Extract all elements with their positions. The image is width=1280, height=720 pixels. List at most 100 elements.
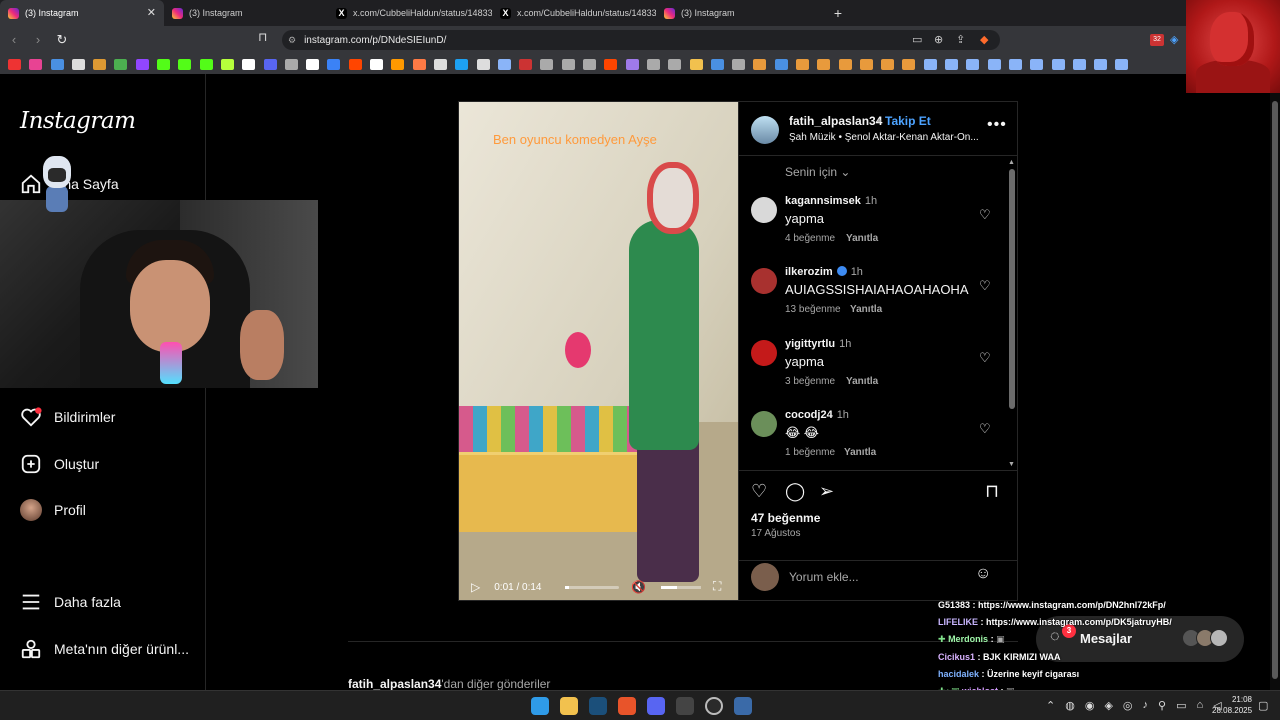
tab-x-2[interactable]: X x.com/CubbeliHaldun/status/148336 (492, 0, 656, 26)
bookmark-favicon-icon[interactable] (945, 58, 959, 70)
back-icon[interactable]: ‹ (4, 30, 24, 50)
tab-instagram-1[interactable]: (3) Instagram ✕ (0, 0, 164, 26)
bookmark-favicon-icon[interactable] (859, 58, 873, 70)
more-options-icon[interactable]: ••• (987, 116, 1007, 134)
commenter-username[interactable]: kagannsimsek (785, 195, 861, 207)
comment-likes[interactable]: 3 beğenme (785, 376, 835, 387)
bookmark-favicon-icon[interactable] (1072, 58, 1086, 70)
sidebar-item-profile[interactable]: Profil (20, 497, 86, 523)
commenter-avatar[interactable] (751, 411, 777, 437)
bookmark-favicon-icon[interactable] (370, 58, 384, 70)
bookmark-favicon-icon[interactable] (1030, 58, 1044, 70)
page-scrollbar-thumb[interactable] (1272, 101, 1278, 679)
scroll-down-icon[interactable]: ▼ (1008, 461, 1015, 468)
bookmark-favicon-icon[interactable] (1094, 58, 1108, 70)
bookmark-favicon-icon[interactable] (1008, 58, 1022, 70)
bookmark-favicon-icon[interactable] (242, 58, 256, 70)
comment-likes[interactable]: 13 beğenme (785, 304, 841, 315)
like-comment-icon[interactable]: ♡ (979, 278, 991, 294)
bookmark-favicon-icon[interactable] (199, 58, 213, 70)
sidebar-item-create[interactable]: Oluştur (20, 451, 99, 477)
sidebar-item-more[interactable]: Daha fazla (20, 589, 121, 615)
address-bar[interactable]: ⚙ instagram.com/p/DNdeSIEIunD/ ▭ ⊕ ⇪ ◆ (282, 30, 1000, 50)
tray-app-icon[interactable]: ◉ (1085, 699, 1095, 712)
zoom-icon[interactable]: ⊕ (934, 33, 943, 46)
bookmark-favicon-icon[interactable] (732, 58, 746, 70)
tray-app-icon[interactable]: ◈ (1104, 699, 1112, 712)
steam-tray-icon[interactable]: ◎ (1123, 699, 1133, 712)
bookmark-favicon-icon[interactable] (476, 58, 490, 70)
bookmark-favicon-icon[interactable] (902, 58, 916, 70)
bookmark-favicon-icon[interactable] (263, 58, 277, 70)
taskbar-clock[interactable]: 21:08 28.08.2025 (1212, 694, 1252, 716)
site-info-icon[interactable]: ⚙ (288, 35, 296, 46)
more-posts-username[interactable]: fatih_alpaslan34 (348, 677, 441, 691)
bookmark-favicon-icon[interactable] (625, 58, 639, 70)
bookmark-favicon-icon[interactable] (774, 58, 788, 70)
network-app-icon[interactable] (734, 697, 752, 715)
bookmark-favicon-icon[interactable] (583, 58, 597, 70)
bookmark-favicon-icon[interactable] (1115, 58, 1129, 70)
tab-instagram-2[interactable]: (3) Instagram (164, 0, 328, 26)
bookmark-favicon-icon[interactable] (838, 58, 852, 70)
author-username[interactable]: fatih_alpaslan34 (789, 114, 882, 128)
bookmark-favicon-icon[interactable] (753, 58, 767, 70)
reply-button[interactable]: Yanıtla (844, 447, 876, 458)
comment-input[interactable] (789, 567, 969, 587)
bookmark-favicon-icon[interactable] (795, 58, 809, 70)
bookmark-favicon-icon[interactable] (284, 58, 298, 70)
bookmark-favicon-icon[interactable] (987, 58, 1001, 70)
bookmark-favicon-icon[interactable] (1051, 58, 1065, 70)
author-avatar[interactable] (751, 116, 779, 144)
commenter-username[interactable]: ilkerozim (785, 266, 833, 278)
cast-icon[interactable]: ▭ (912, 33, 922, 46)
bookmark-favicon-icon[interactable] (966, 58, 980, 70)
tray-app-icon[interactable]: ◍ (1065, 699, 1075, 712)
commenter-avatar[interactable] (751, 197, 777, 223)
bookmark-favicon-icon[interactable] (50, 58, 64, 70)
bookmark-favicon-icon[interactable] (497, 58, 511, 70)
file-explorer-icon[interactable] (560, 697, 578, 715)
bookmark-favicon-icon[interactable] (327, 58, 341, 70)
chevron-up-icon[interactable]: ⌃ (1046, 699, 1055, 712)
emoji-icon[interactable]: ☺ (975, 565, 991, 583)
bookmark-favicon-icon[interactable] (433, 58, 447, 70)
obs-icon[interactable] (705, 697, 723, 715)
bookmark-favicon-icon[interactable] (29, 58, 43, 70)
display-icon[interactable]: ▭ (1176, 699, 1186, 712)
comment-likes[interactable]: 4 beğenme (785, 233, 835, 244)
commenter-username[interactable]: cocodj24 (785, 409, 833, 421)
steam-icon[interactable] (589, 697, 607, 715)
bookmark-favicon-icon[interactable] (220, 58, 234, 70)
scroll-up-icon[interactable]: ▲ (1008, 159, 1015, 166)
like-icon[interactable]: ♡ (751, 481, 767, 502)
bookmark-favicon-icon[interactable] (646, 58, 660, 70)
bookmark-favicon-icon[interactable] (348, 58, 362, 70)
comments-scrollbar[interactable]: ▲ ▼ (1008, 159, 1016, 471)
like-comment-icon[interactable]: ♡ (979, 350, 991, 366)
share-icon[interactable]: ➢ (819, 481, 834, 502)
like-count[interactable]: 47 beğenme (751, 511, 820, 525)
close-tab-icon[interactable]: ✕ (147, 6, 156, 19)
bookmark-favicon-icon[interactable] (817, 58, 831, 70)
bookmark-favicon-icon[interactable] (561, 58, 575, 70)
tab-instagram-3[interactable]: (3) Instagram (656, 0, 820, 26)
forward-icon[interactable]: › (28, 30, 48, 50)
tab-x-1[interactable]: X x.com/CubbeliHaldun/status/148336 (328, 0, 492, 26)
comment-sort-dropdown[interactable]: Senin için ⌄ (785, 165, 850, 179)
scrollbar-thumb[interactable] (1009, 169, 1015, 409)
bookmark-favicon-icon[interactable] (604, 58, 618, 70)
app-icon[interactable] (676, 697, 694, 715)
reload-icon[interactable]: ↻ (52, 30, 72, 50)
save-icon[interactable]: ⊓ (985, 481, 999, 502)
page-scrollbar[interactable] (1270, 93, 1280, 690)
bookmark-favicon-icon[interactable] (306, 58, 320, 70)
bookmark-favicon-icon[interactable] (8, 58, 21, 70)
mute-icon[interactable]: 🔇 (631, 580, 646, 594)
bookmark-favicon-icon[interactable] (71, 58, 85, 70)
network-icon[interactable]: ⌂ (1196, 699, 1203, 712)
reply-button[interactable]: Yanıtla (846, 376, 878, 387)
bookmark-favicon-icon[interactable] (455, 58, 469, 70)
commenter-username[interactable]: yigittyrtlu (785, 338, 835, 350)
bookmark-favicon-icon[interactable] (710, 58, 724, 70)
